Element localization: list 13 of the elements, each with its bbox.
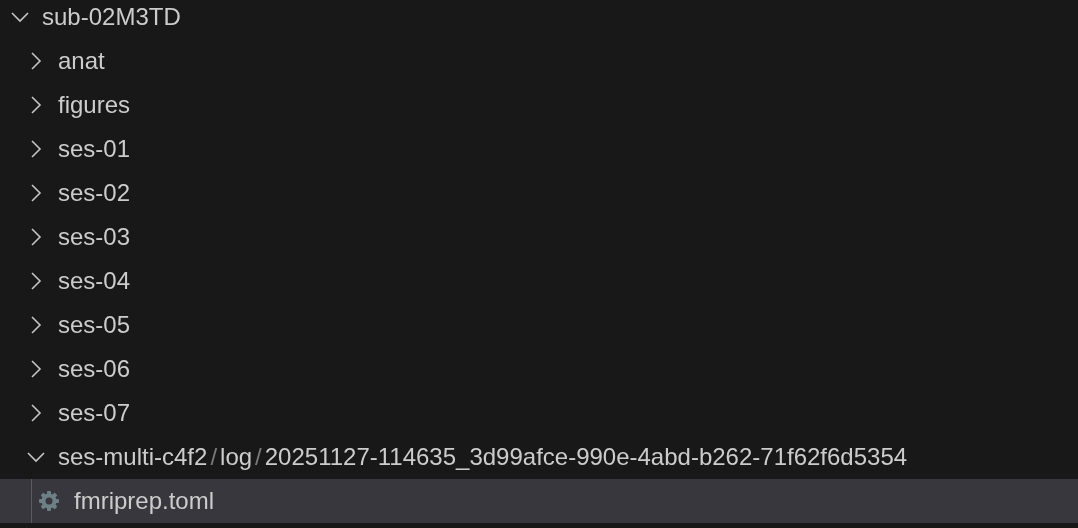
tree-item[interactable]: ses-06 xyxy=(0,347,1078,391)
tree-item[interactable]: fmriprep.toml xyxy=(0,479,1078,523)
tree-item[interactable]: sub-02M3TD xyxy=(0,0,1078,39)
tree-item[interactable]: anat xyxy=(0,39,1078,83)
tree-item[interactable]: ses-01 xyxy=(0,127,1078,171)
tree-item[interactable]: ses-04 xyxy=(0,259,1078,303)
tree-item[interactable]: figures xyxy=(0,83,1078,127)
tree-item[interactable]: ses-07 xyxy=(0,391,1078,435)
tree-item[interactable]: ses-02 xyxy=(0,171,1078,215)
tree-item[interactable]: ses-05 xyxy=(0,303,1078,347)
gear-icon xyxy=(38,490,60,512)
tree-item[interactable]: ses-multi-c4f2/log/20251127-114635_3d99afce-990e-4abd-b262-71f62f6d5354 xyxy=(0,435,1078,479)
tree-item[interactable]: ses-03 xyxy=(0,215,1078,259)
